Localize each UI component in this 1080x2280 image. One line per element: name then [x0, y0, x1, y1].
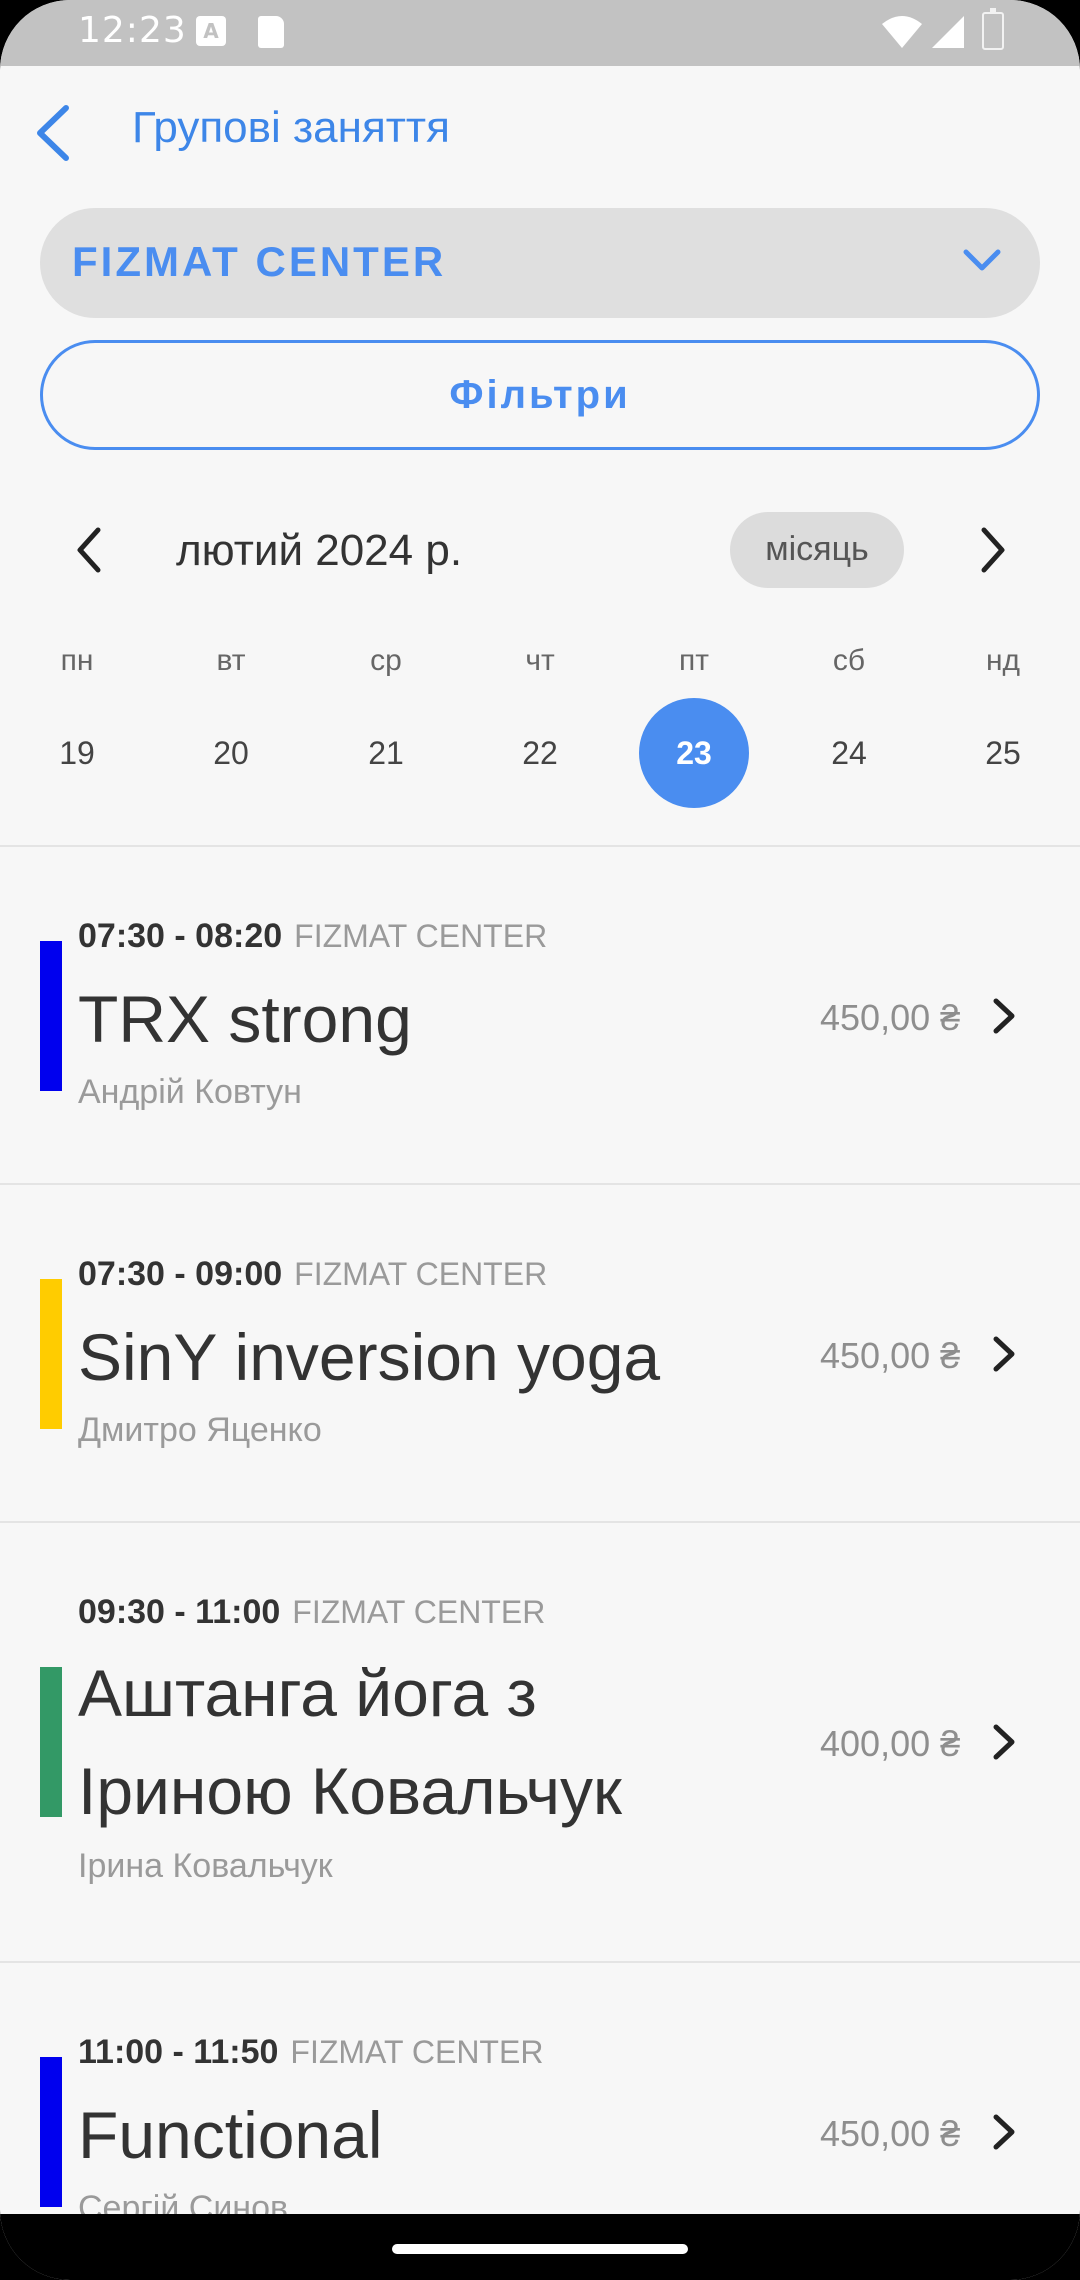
- class-location: FIZMAT CENTER: [292, 1594, 546, 1630]
- class-time: 11:00 - 11:50 FIZMAT CENTER: [78, 2033, 543, 2072]
- chevron-right-icon: [993, 998, 1015, 1034]
- back-arrow-icon[interactable]: [28, 100, 78, 166]
- filters-label: Фільтри: [449, 373, 631, 417]
- class-title: TRX strong: [78, 982, 412, 1056]
- class-time-range: 09:30 - 11:00: [78, 1593, 281, 1631]
- class-color-bar: [40, 941, 62, 1091]
- chevron-left-icon[interactable]: [64, 520, 114, 580]
- class-time-range: 07:30 - 09:00: [78, 1255, 283, 1293]
- class-time: 07:30 - 09:00 FIZMAT CENTER: [78, 1255, 547, 1294]
- class-price: 400,00 ₴: [820, 1723, 961, 1764]
- class-time: 09:30 - 11:00 FIZMAT CENTER: [78, 1593, 545, 1632]
- class-time-range: 11:00 - 11:50: [78, 2033, 279, 2071]
- chevron-right-icon: [993, 1336, 1015, 1372]
- class-title-line: Аштанга йога з: [78, 1656, 537, 1730]
- class-instructor: Дмитро Яценко: [78, 1411, 322, 1449]
- calendar-day[interactable]: 22: [485, 698, 595, 808]
- class-color-bar: [40, 1279, 62, 1429]
- sd-card-icon: [258, 16, 284, 48]
- chevron-down-icon: [963, 249, 1001, 271]
- weekday-label: ср: [370, 644, 402, 677]
- chevron-right-icon[interactable]: [968, 520, 1018, 580]
- calendar-day[interactable]: 24: [794, 698, 904, 808]
- class-instructor: Андрій Ковтун: [78, 1073, 302, 1111]
- calendar-day[interactable]: 20: [176, 698, 286, 808]
- accessibility-notification-icon: A: [196, 16, 226, 46]
- battery-icon: [982, 8, 1004, 50]
- class-price: 450,00 ₴: [820, 1335, 961, 1376]
- status-bar: 12:23 A: [0, 0, 1080, 66]
- home-indicator[interactable]: [392, 2244, 688, 2254]
- class-color-bar: [40, 1667, 62, 1817]
- class-location: FIZMAT CENTER: [294, 1256, 548, 1292]
- weekday-label: пт: [679, 644, 709, 677]
- calendar-day[interactable]: 21: [331, 698, 441, 808]
- class-card[interactable]: 07:30 - 09:00 FIZMAT CENTER SinY inversio…: [0, 1185, 1080, 1521]
- class-location: FIZMAT CENTER: [290, 2034, 544, 2070]
- class-instructor: Сергій Синов: [78, 2189, 289, 2214]
- class-title-line: Іриною Ковальчук: [78, 1754, 622, 1828]
- weekday-label: вт: [216, 644, 246, 677]
- weekday-label: пн: [60, 644, 94, 677]
- weekday-label: чт: [525, 644, 555, 677]
- class-title: Functional: [78, 2098, 383, 2172]
- calendar-view-label: місяць: [765, 530, 869, 568]
- class-price: 450,00 ₴: [820, 2113, 961, 2154]
- wifi-icon: [882, 16, 922, 48]
- class-price: 450,00 ₴: [820, 997, 961, 1038]
- class-color-bar: [40, 2057, 62, 2207]
- location-dropdown[interactable]: FIZMAT CENTER: [40, 208, 1040, 318]
- calendar-day-selected[interactable]: 23: [639, 698, 749, 808]
- filters-button[interactable]: Фільтри: [40, 340, 1040, 450]
- chevron-right-icon: [993, 1724, 1015, 1760]
- class-time-range: 07:30 - 08:20: [78, 917, 283, 955]
- chevron-right-icon: [993, 2114, 1015, 2150]
- calendar-day[interactable]: 19: [22, 698, 132, 808]
- class-card[interactable]: 07:30 - 08:20 FIZMAT CENTER TRX strong Ан…: [0, 847, 1080, 1183]
- class-time: 07:30 - 08:20 FIZMAT CENTER: [78, 917, 547, 956]
- class-title: SinY inversion yoga: [78, 1320, 661, 1394]
- class-card[interactable]: 11:00 - 11:50 FIZMAT CENTER Functional Се…: [0, 1963, 1080, 2214]
- location-selected-value: FIZMAT CENTER: [72, 238, 447, 285]
- weekday-label: нд: [985, 644, 1021, 677]
- weekday-label: сб: [832, 644, 866, 677]
- class-instructor: Ірина Ковальчук: [78, 1847, 333, 1885]
- status-time: 12:23: [78, 10, 187, 51]
- class-card[interactable]: 09:30 - 11:00 FIZMAT CENTER Аштанга йога …: [0, 1523, 1080, 1961]
- page-title: Групові заняття: [132, 103, 450, 152]
- class-location: FIZMAT CENTER: [294, 918, 548, 954]
- app-screen: 12:23 A Групові заняття FIZMAT CENTER Фі…: [0, 0, 1080, 2280]
- cell-signal-icon: [932, 16, 964, 48]
- calendar-view-toggle[interactable]: місяць: [730, 512, 904, 588]
- calendar-month-label: лютий 2024 р.: [176, 526, 463, 575]
- calendar-day[interactable]: 25: [948, 698, 1058, 808]
